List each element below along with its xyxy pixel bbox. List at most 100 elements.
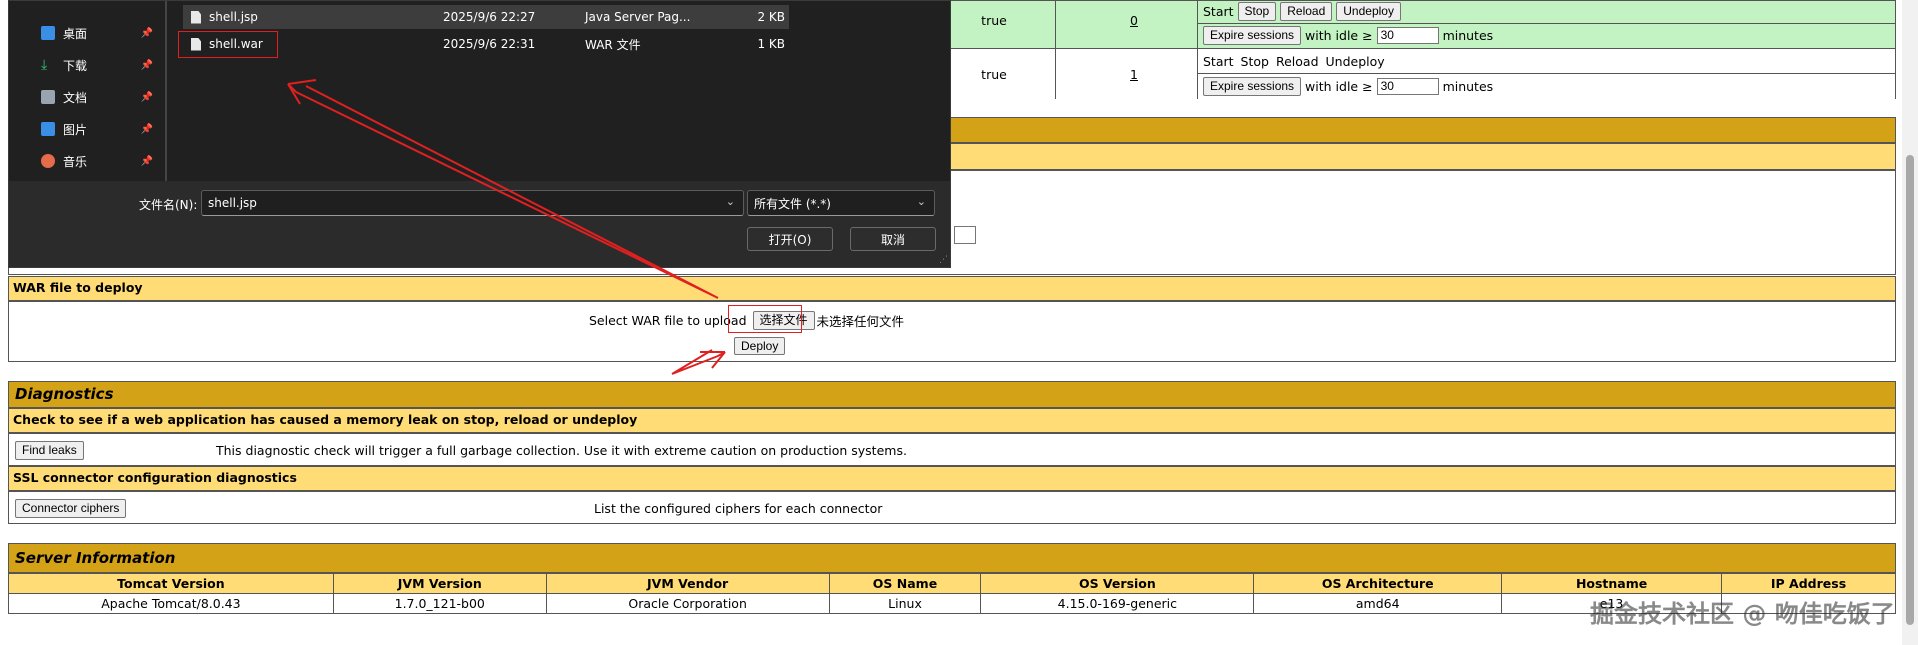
download-icon: ⤓ (41, 57, 48, 73)
header-hostname: Hostname (1501, 573, 1723, 594)
deploy-button[interactable]: Deploy (734, 337, 786, 355)
war-deploy-box: Select WAR file to upload 选择文件 未选择任何文件 D… (8, 301, 1896, 362)
minutes-label: minutes (1442, 78, 1494, 94)
resize-grip-icon[interactable]: ⋰ (939, 255, 948, 265)
open-button[interactable]: 打开(O) (747, 227, 833, 251)
idle-minutes-input[interactable] (1376, 26, 1439, 44)
watermark: 掘金技术社区 @ 吻佳吃饭了 (1590, 600, 1895, 628)
expire-sessions-button[interactable]: Expire sessions (1203, 76, 1302, 96)
filename-input[interactable]: shell.jsp ⌄ (201, 190, 744, 216)
idle-label: with idle ≥ (1305, 78, 1373, 94)
header-ip-address: IP Address (1721, 573, 1896, 594)
sidebar-item-label: 下载 (63, 58, 88, 73)
sidebar-item-label: 桌面 (63, 26, 88, 41)
file-name: shell.jsp (209, 10, 258, 24)
file-date: 2025/9/6 22:31 (443, 37, 536, 51)
undeploy-command: Undeploy (1325, 53, 1385, 69)
jvm-vendor-value: Oracle Corporation (545, 593, 830, 614)
row-divider (1197, 23, 1895, 24)
filename-value: shell.jsp (208, 196, 257, 210)
expire-sessions-button[interactable]: Expire sessions (1203, 25, 1302, 45)
command-row: Start Stop Reload Undeploy (1203, 51, 1385, 71)
ciphers-description: List the configured ciphers for each con… (594, 501, 883, 516)
file-size: 2 KB (757, 10, 785, 24)
ssl-diagnostics-header: SSL connector configuration diagnostics (8, 466, 1896, 491)
sidebar-item-desktop[interactable]: 桌面 📌 (41, 23, 153, 43)
header-tomcat-version: Tomcat Version (8, 573, 334, 594)
dialog-bottom-bar: 文件名(N): shell.jsp ⌄ 所有文件 (*.*) ⌄ 打开(O) 取… (9, 181, 950, 267)
header-os-name: OS Name (828, 573, 982, 594)
file-row-shell-jsp[interactable]: shell.jsp 2025/9/6 22:27 Java Server Pag… (183, 5, 789, 29)
file-type-filter[interactable]: 所有文件 (*.*) ⌄ (747, 190, 935, 216)
idle-minutes-input[interactable] (1376, 77, 1439, 95)
jvm-version-value: 1.7.0_121-b00 (332, 593, 547, 614)
pin-icon: 📌 (140, 155, 153, 167)
no-file-chosen-text: 未选择任何文件 (816, 314, 905, 329)
stop-command: Stop (1240, 53, 1269, 69)
expire-row: Expire sessions with idle ≥ minutes (1203, 25, 1493, 45)
filter-value: 所有文件 (*.*) (754, 196, 831, 211)
header-os-version: OS Version (980, 573, 1255, 594)
undeploy-button[interactable]: Undeploy (1336, 1, 1401, 21)
select-war-label: Select WAR file to upload (589, 313, 747, 328)
row-divider (1197, 73, 1895, 74)
sidebar-item-downloads[interactable]: ⤓ 下载 📌 (41, 55, 153, 75)
highlight-choose-file (728, 305, 802, 333)
find-leaks-description: This diagnostic check will trigger a ful… (216, 443, 907, 458)
memory-leak-header: Check to see if a web application has ca… (8, 408, 1896, 433)
file-icon (191, 10, 201, 24)
partial-input[interactable] (954, 226, 976, 244)
file-size: 1 KB (757, 37, 785, 51)
pin-icon: 📌 (140, 27, 153, 39)
header-jvm-vendor: JVM Vendor (545, 573, 830, 594)
pin-icon: 📌 (140, 91, 153, 103)
sidebar-item-label: 图片 (63, 122, 88, 137)
cancel-button[interactable]: 取消 (850, 227, 936, 251)
sidebar-item-label: 文档 (63, 90, 88, 105)
col-divider (1055, 1, 1056, 99)
war-deploy-header: WAR file to deploy (8, 276, 1896, 301)
sessions-link[interactable]: 0 (1119, 11, 1149, 29)
pin-icon: 📌 (140, 123, 153, 135)
desktop-icon (41, 26, 55, 40)
picture-icon (41, 122, 55, 136)
file-type: Java Server Pag... (585, 10, 691, 24)
tomcat-version-value: Apache Tomcat/8.0.43 (8, 593, 334, 614)
header-jvm-version: JVM Version (332, 573, 547, 594)
header-os-architecture: OS Architecture (1253, 573, 1503, 594)
dialog-sidebar: 桌面 📌 ⤓ 下载 📌 文档 📌 图片 📌 音乐 📌 (9, 1, 165, 181)
running-status: true (981, 12, 1007, 28)
stop-button[interactable]: Stop (1237, 1, 1277, 21)
os-version-value: 4.15.0-169-generic (980, 593, 1255, 614)
file-open-dialog: 桌面 📌 ⤓ 下载 📌 文档 📌 图片 📌 音乐 📌 shell.jsp 202… (8, 0, 951, 268)
minutes-label: minutes (1442, 27, 1494, 43)
running-status: true (981, 66, 1007, 82)
sidebar-divider (165, 1, 167, 181)
ssl-diagnostics-box: Connector ciphers List the configured ci… (8, 491, 1896, 524)
document-icon (41, 90, 55, 104)
sidebar-item-label: 音乐 (63, 154, 88, 169)
command-row: Start Stop Reload Undeploy (1203, 1, 1401, 21)
connector-ciphers-button[interactable]: Connector ciphers (15, 499, 127, 518)
filename-label: 文件名(N): (139, 198, 198, 212)
reload-command: Reload (1275, 53, 1319, 69)
scrollbar-thumb[interactable] (1906, 155, 1914, 625)
os-architecture-value: amd64 (1253, 593, 1503, 614)
col-divider (1197, 1, 1198, 99)
sessions-link[interactable]: 1 (1119, 65, 1149, 83)
pin-icon: 📌 (140, 59, 153, 71)
os-name-value: Linux (828, 593, 982, 614)
chevron-down-icon: ⌄ (916, 195, 926, 208)
file-type: WAR 文件 (585, 37, 641, 52)
idle-label: with idle ≥ (1305, 27, 1373, 43)
expire-row: Expire sessions with idle ≥ minutes (1203, 76, 1493, 96)
find-leaks-button[interactable]: Find leaks (15, 441, 84, 460)
start-command: Start (1203, 3, 1234, 19)
file-date: 2025/9/6 22:27 (443, 10, 536, 24)
reload-button[interactable]: Reload (1280, 1, 1333, 21)
sidebar-item-documents[interactable]: 文档 📌 (41, 87, 153, 107)
page-scrollbar[interactable] (1902, 0, 1918, 645)
sidebar-item-pictures[interactable]: 图片 📌 (41, 119, 153, 139)
memory-leak-box: Find leaks This diagnostic check will tr… (8, 433, 1896, 466)
sidebar-item-music[interactable]: 音乐 📌 (41, 151, 153, 171)
